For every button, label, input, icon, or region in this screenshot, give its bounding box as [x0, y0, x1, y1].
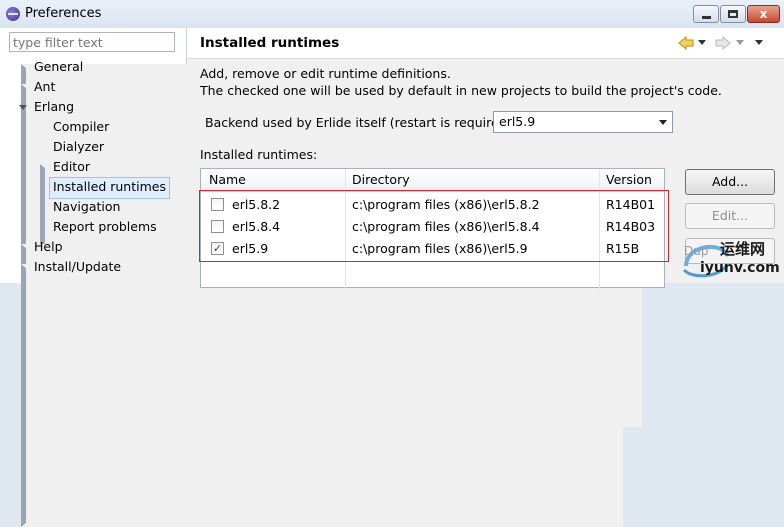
backend-select-value: erl5.9	[499, 114, 536, 129]
runtimes-table-label: Installed runtimes:	[200, 147, 318, 162]
description-line-2: The checked one will be used by default …	[200, 83, 722, 98]
window-title: Preferences	[25, 6, 102, 21]
runtime-name: erl5.8.2	[232, 197, 281, 212]
watermark-cn: 运维网	[720, 240, 766, 258]
column-header-name[interactable]: Name	[209, 172, 246, 187]
tree-item-help[interactable]: Help	[34, 237, 63, 257]
tree-item-general[interactable]: General	[34, 57, 83, 77]
column-header-version[interactable]: Version	[606, 172, 652, 187]
tree-item-erlang[interactable]: Erlang	[34, 97, 74, 117]
table-row[interactable]: erl5.8.2 c:\program files (x86)\erl5.8.2…	[201, 194, 664, 216]
close-icon: x	[759, 7, 768, 21]
tree-item-installed-runtimes[interactable]: Installed runtimes	[49, 177, 170, 199]
maximize-icon	[728, 10, 738, 18]
runtime-directory: c:\program files (x86)\erl5.8.2	[352, 197, 540, 212]
runtime-name: erl5.8.4	[232, 219, 281, 234]
collapse-arrow-icon[interactable]	[19, 105, 27, 110]
back-menu-chevron-icon[interactable]	[698, 40, 706, 46]
runtime-checkbox-checked[interactable]: ✓	[211, 242, 224, 255]
back-arrow-icon[interactable]	[678, 36, 694, 50]
close-button[interactable]: x	[747, 5, 780, 23]
tree-item-dialyzer[interactable]: Dialyzer	[53, 137, 104, 157]
runtime-version: R14B03	[606, 219, 656, 234]
view-menu-chevron-icon[interactable]	[755, 40, 763, 46]
table-header: Name Directory Version	[201, 169, 664, 192]
page-header: Installed runtimes	[187, 28, 784, 59]
runtime-directory: c:\program files (x86)\erl5.8.4	[352, 219, 540, 234]
column-header-directory[interactable]: Directory	[352, 172, 410, 187]
tree-item-editor[interactable]: Editor	[53, 157, 90, 177]
runtime-version: R14B01	[606, 197, 656, 212]
runtime-checkbox[interactable]	[211, 198, 224, 211]
dropdown-arrow-icon	[659, 120, 667, 125]
forward-menu-chevron-icon[interactable]	[736, 40, 744, 46]
description-line-1: Add, remove or edit runtime definitions.	[200, 66, 451, 81]
eclipse-icon	[6, 7, 20, 21]
runtimes-table[interactable]: Name Directory Version erl5.8.2 c:\progr…	[200, 168, 665, 289]
runtime-version: R15B	[606, 241, 640, 256]
minimize-button[interactable]	[693, 5, 719, 23]
runtime-checkbox[interactable]	[211, 220, 224, 233]
watermark-site: iyunv.com	[700, 260, 780, 276]
table-row[interactable]: ✓ erl5.9 c:\program files (x86)\erl5.9 R…	[201, 238, 664, 260]
edit-button[interactable]: Edit...	[685, 203, 775, 229]
maximize-button[interactable]	[720, 5, 746, 23]
tree-item-ant[interactable]: Ant	[34, 77, 55, 97]
filter-input[interactable]	[9, 32, 175, 52]
duplicate-button-label: Dup	[684, 244, 709, 258]
expand-arrow-icon[interactable]	[21, 264, 623, 527]
tree-item-report-problems[interactable]: Report problems	[53, 217, 157, 237]
page-title: Installed runtimes	[200, 35, 340, 51]
tree-item-install-update[interactable]: Install/Update	[34, 257, 121, 277]
preferences-tree-panel: General Ant Erlang Compiler Dialyzer Edi…	[0, 28, 642, 527]
tree-item-compiler[interactable]: Compiler	[53, 117, 109, 137]
backend-select[interactable]: erl5.9	[493, 111, 673, 133]
runtime-directory: c:\program files (x86)\erl5.9	[352, 241, 528, 256]
table-row[interactable]: erl5.8.4 c:\program files (x86)\erl5.8.4…	[201, 216, 664, 238]
add-button[interactable]: Add...	[685, 169, 775, 195]
backend-label: Backend used by Erlide itself (restart i…	[205, 115, 512, 130]
minimize-icon	[702, 16, 711, 19]
forward-arrow-icon[interactable]	[715, 36, 731, 50]
title-bar: Preferences x	[0, 0, 784, 28]
runtime-name: erl5.9	[232, 241, 269, 256]
tree-item-navigation[interactable]: Navigation	[53, 197, 120, 217]
